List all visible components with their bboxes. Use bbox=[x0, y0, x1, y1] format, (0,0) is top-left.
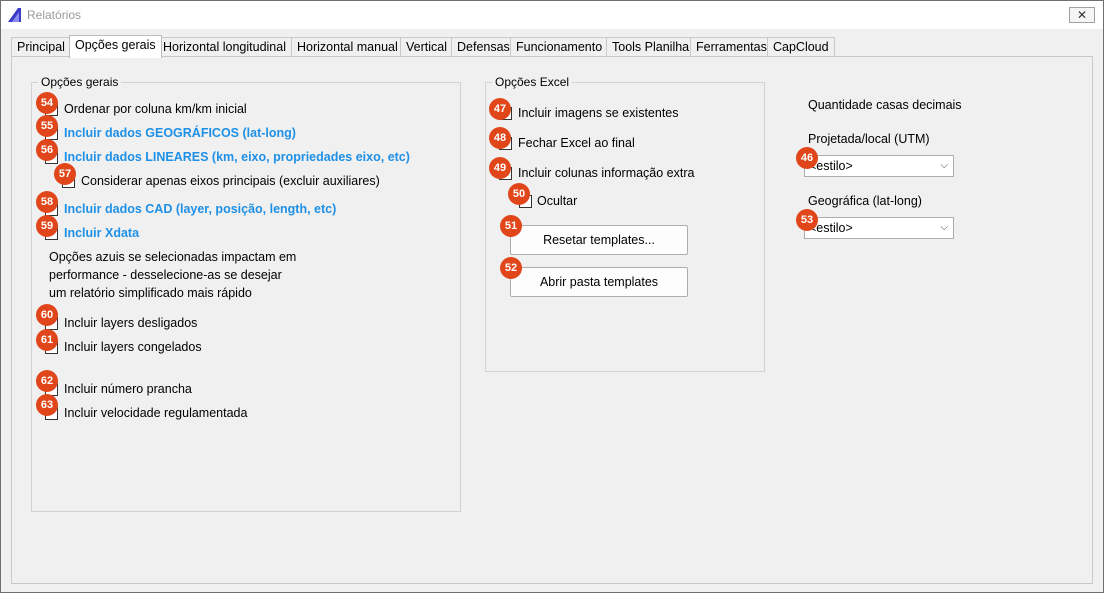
chevron-down-icon: ⌵ bbox=[940, 222, 948, 233]
resetar-templates-button[interactable]: Resetar templates... bbox=[510, 225, 688, 255]
relatorios-window: Relatórios ✕ Principal Opções gerais Hor… bbox=[0, 0, 1104, 593]
fechar-excel-label: Fechar Excel ao final bbox=[518, 136, 635, 150]
badge-49: 49 bbox=[489, 157, 511, 179]
tab-vertical[interactable]: Vertical bbox=[400, 37, 453, 57]
projetada-label: Projetada/local (UTM) bbox=[808, 132, 930, 146]
imagens-label: Incluir imagens se existentes bbox=[518, 106, 679, 120]
badge-62: 62 bbox=[36, 370, 58, 392]
badge-55: 55 bbox=[36, 115, 58, 137]
layers-desligados-label: Incluir layers desligados bbox=[64, 316, 198, 330]
badge-48: 48 bbox=[489, 127, 511, 149]
badge-53: 53 bbox=[796, 209, 818, 231]
window-title: Relatórios bbox=[27, 8, 82, 22]
velocidade-label: Incluir velocidade regulamentada bbox=[64, 406, 248, 420]
performance-note: Opções azuis se selecionadas impactam em… bbox=[49, 250, 297, 300]
ordenar-label: Ordenar por coluna km/km inicial bbox=[64, 102, 247, 116]
tab-horizontal-manual[interactable]: Horizontal manual bbox=[291, 37, 404, 57]
tab-horizontal-longitudinal[interactable]: Horizontal longitudinal bbox=[157, 37, 292, 57]
tab-panel-opcoes-gerais: Opções gerais Ordenar por coluna km/km i… bbox=[11, 56, 1093, 584]
tab-ferramentas[interactable]: Ferramentas bbox=[690, 37, 773, 57]
projetada-select[interactable]: <estilo> ⌵ bbox=[804, 155, 954, 177]
tab-defensas[interactable]: Defensas bbox=[451, 37, 516, 57]
geografica-select[interactable]: <estilo> ⌵ bbox=[804, 217, 954, 239]
badge-57: 57 bbox=[54, 163, 76, 185]
chevron-down-icon: ⌵ bbox=[940, 160, 948, 171]
tab-funcionamento[interactable]: Funcionamento bbox=[510, 37, 609, 57]
general-options-legend: Opções gerais bbox=[38, 75, 122, 89]
badge-47: 47 bbox=[489, 98, 511, 120]
lineares-label: Incluir dados LINEARES (km, eixo, propri… bbox=[64, 150, 410, 164]
badge-56: 56 bbox=[36, 139, 58, 161]
badge-60: 60 bbox=[36, 304, 58, 326]
tab-principal[interactable]: Principal bbox=[11, 37, 71, 57]
geografica-label: Geográfica (lat-long) bbox=[808, 194, 922, 208]
decimals-heading: Quantidade casas decimais bbox=[808, 98, 962, 112]
tab-capcloud[interactable]: CapCloud bbox=[767, 37, 835, 57]
badge-46: 46 bbox=[796, 147, 818, 169]
eixos-principais-label: Considerar apenas eixos principais (excl… bbox=[81, 174, 380, 188]
badge-63: 63 bbox=[36, 394, 58, 416]
app-logo-icon bbox=[8, 8, 21, 22]
layers-congelados-label: Incluir layers congelados bbox=[64, 340, 202, 354]
badge-51: 51 bbox=[500, 215, 522, 237]
cad-label: Incluir dados CAD (layer, posição, lengt… bbox=[64, 202, 337, 216]
badge-52: 52 bbox=[500, 257, 522, 279]
tab-tools-planilha[interactable]: Tools Planilha bbox=[606, 37, 696, 57]
badge-61: 61 bbox=[36, 329, 58, 351]
badge-58: 58 bbox=[36, 191, 58, 213]
excel-options-legend: Opções Excel bbox=[492, 75, 573, 89]
abrir-pasta-templates-button[interactable]: Abrir pasta templates bbox=[510, 267, 688, 297]
numero-prancha-label: Incluir número prancha bbox=[64, 382, 192, 396]
geograficos-label: Incluir dados GEOGRÁFICOS (lat-long) bbox=[64, 126, 296, 140]
general-options-group: Opções gerais Ordenar por coluna km/km i… bbox=[31, 75, 461, 512]
ocultar-label: Ocultar bbox=[537, 194, 578, 208]
badge-50: 50 bbox=[508, 183, 530, 205]
title-bar: Relatórios ✕ bbox=[1, 1, 1103, 29]
tab-opcoes-gerais[interactable]: Opções gerais bbox=[69, 35, 162, 58]
colunas-extra-label: Incluir colunas informação extra bbox=[518, 166, 695, 180]
excel-options-group: Opções Excel Incluir imagens se existent… bbox=[485, 75, 765, 372]
close-button[interactable]: ✕ bbox=[1069, 7, 1095, 23]
xdata-label: Incluir Xdata bbox=[64, 226, 140, 240]
badge-54: 54 bbox=[36, 92, 58, 114]
badge-59: 59 bbox=[36, 215, 58, 237]
